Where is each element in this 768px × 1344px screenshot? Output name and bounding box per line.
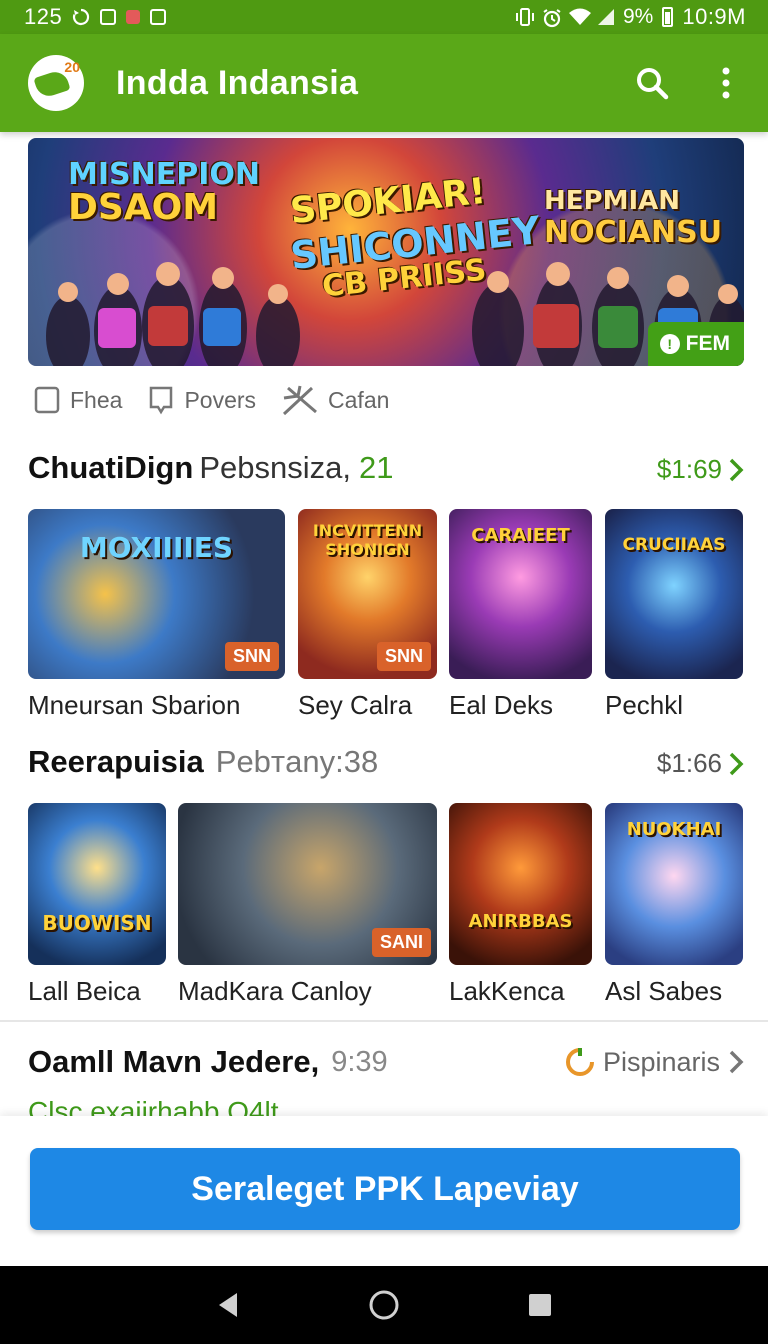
game-label[interactable]: Pechkl (605, 690, 683, 721)
search-icon (637, 68, 669, 100)
section-1-subtitle: Pebsnsiza, (199, 450, 351, 485)
game-art-title: MOXIIIIES (79, 531, 234, 564)
app-bar: 20 Indda Indansia (0, 34, 768, 132)
more-vert-icon (722, 67, 730, 99)
game-tag: SNN (224, 642, 279, 671)
search-button[interactable] (632, 63, 672, 103)
section-1-title: ChuatiDign (28, 450, 194, 485)
status-bar: 125 9% 10:9M (0, 0, 768, 34)
battery-percent: 9% (622, 5, 654, 28)
game-art-title: BUOWISN (42, 911, 152, 935)
nav-home-button[interactable] (354, 1275, 414, 1335)
filter-chip-label: Povers (184, 386, 257, 413)
game-tile[interactable]: INCVITTENN SHONIGN SNN (298, 509, 437, 679)
section-3-header: Oamll Mavn Jedere, 9:39 Pispinaris (28, 1044, 744, 1080)
game-art-title: ANIRBBAS (468, 911, 573, 932)
section-3-subtitle-clip: Clsc exaiirhabb O4lt (28, 1098, 528, 1116)
filter-chip-povers[interactable]: Povers (148, 385, 256, 415)
alarm-icon (542, 8, 561, 28)
filter-chip-label: Cafan (328, 386, 390, 413)
chat-bubble-icon (150, 386, 173, 415)
hero-badge-label: FEM (685, 332, 730, 355)
game-tile[interactable]: MOXIIIIES SNN (28, 509, 285, 679)
filter-chips: Fhea Povers Cafan (34, 384, 389, 416)
section-3-link-label: Pispinaris (602, 1046, 720, 1077)
hero-badge[interactable]: ! FEM (647, 322, 744, 366)
game-art (28, 803, 166, 965)
game-art-title: CRUCIIAAS (622, 535, 726, 555)
logo-badge: 20 (64, 59, 80, 75)
game-tile[interactable]: NUOKHAI (605, 803, 743, 965)
hero-title-line-7: NOCIANSU (544, 215, 723, 250)
game-tile[interactable]: ANIRBBAS (449, 803, 592, 965)
notification-square-icon (100, 9, 117, 25)
hero-title-line-2: DSAOM (68, 187, 219, 228)
back-triangle-icon (219, 1293, 237, 1317)
game-tag: SANI (371, 928, 431, 957)
section-3-link[interactable]: Pispinaris (565, 1046, 744, 1078)
recents-square-icon (529, 1294, 551, 1316)
game-tile[interactable]: BUOWISN (28, 803, 166, 965)
game-label[interactable]: LakKenca (449, 976, 565, 1007)
chevron-right-icon (729, 458, 744, 481)
game-label[interactable]: Lall Beica (28, 976, 141, 1007)
vibrate-icon (515, 8, 534, 26)
hero-banner[interactable]: MISNEPION DSAOM SPOKIAR! SHICONNEY CB PR… (28, 138, 744, 366)
section-2-meta: Pebтany:38 (215, 744, 379, 779)
nav-back-button[interactable] (198, 1275, 258, 1335)
signal-icon (596, 8, 614, 26)
filter-chip-label: Fhea (70, 386, 123, 413)
filter-chip-cafan[interactable]: Cafan (282, 384, 389, 416)
home-circle-icon (369, 1290, 399, 1320)
section-2-title: Reerapuisia (28, 744, 204, 779)
hero-title-line-6: HEPMIAN (544, 186, 681, 216)
section-2-header: Reerapuisia Pebтany:38 $1:66 (28, 744, 744, 780)
game-art-title: CARAIEET (471, 525, 570, 546)
app-logo[interactable]: 20 (28, 55, 84, 111)
chevron-right-icon (729, 752, 744, 775)
nav-recents-button[interactable] (510, 1275, 570, 1335)
game-art-title: NUOKHAI (626, 819, 722, 840)
chevron-right-icon (729, 1050, 744, 1074)
sync-icon (72, 8, 90, 26)
game-label[interactable]: Sey Calra (298, 690, 412, 721)
game-tile[interactable]: CRUCIIAAS (605, 509, 743, 679)
game-label[interactable]: Eal Deks (449, 690, 553, 721)
system-nav-bar (0, 1266, 768, 1344)
game-label[interactable]: Asl Sabes (605, 976, 722, 1007)
section-divider (0, 1020, 768, 1022)
section-2-see-all[interactable]: $1:66 (657, 748, 744, 779)
section-3-time: 9:39 (331, 1045, 388, 1078)
game-tile[interactable]: SANI (178, 803, 437, 965)
section-1-count: 21 (358, 450, 394, 485)
game-tile[interactable]: CARAIEET (449, 509, 592, 679)
game-art (449, 803, 592, 965)
game-art-title: INCVITTENN SHONIGN (312, 521, 423, 559)
section-3-title: Oamll Mavn Jedere, (28, 1044, 320, 1079)
game-label[interactable]: MadKara Canloy (178, 976, 372, 1007)
section-1-see-all[interactable]: $1:69 (657, 454, 744, 485)
section-2-link-label: $1:66 (656, 748, 722, 778)
battery-icon (662, 7, 674, 27)
status-left-time: 125 (24, 4, 63, 29)
hero-title-line-1: MISNEPION (68, 157, 260, 192)
app-notification-icon (126, 10, 141, 24)
overflow-menu-button[interactable] (706, 63, 746, 103)
section-3-subtitle: Clsc exaiirhabb O4lt (28, 1098, 279, 1116)
status-time: 10:9M (682, 4, 746, 29)
filter-chip-fhea[interactable]: Fhea (34, 385, 122, 415)
primary-cta-button[interactable]: Seraleget PPK Lapeviay (30, 1148, 740, 1230)
info-icon: ! (659, 334, 680, 354)
app-title: Indda Indansia (116, 63, 359, 102)
square-checkbox-icon (34, 386, 60, 414)
game-label[interactable]: Mneursan Sbarion (28, 690, 240, 721)
section-1-header: ChuatiDign Pebsnsiza, 21 $1:69 (28, 450, 744, 486)
game-tag: SNN (376, 642, 431, 671)
wifi-icon (568, 8, 591, 26)
spinner-icon (565, 1048, 594, 1076)
tools-icon (283, 385, 318, 416)
cta-area: Seraleget PPK Lapeviay (0, 1116, 768, 1266)
media-notification-icon (150, 9, 167, 25)
section-1-link-label: $1:69 (656, 454, 722, 484)
